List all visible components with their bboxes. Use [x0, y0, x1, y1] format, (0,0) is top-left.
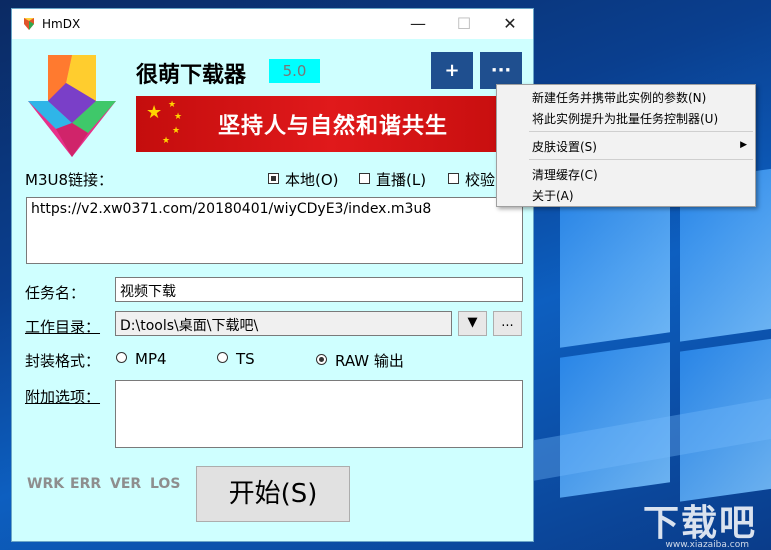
verify-checkbox[interactable]: 校验 — [448, 169, 495, 190]
m3u8-label: M3U8链接： — [25, 171, 114, 189]
task-name-input[interactable]: 视频下载 — [115, 277, 523, 302]
maximize-button[interactable]: ☐ — [441, 9, 487, 39]
context-menu: 新建任务并携带此实例的参数(N) 将此实例提升为批量任务控制器(U) 皮肤设置(… — [496, 84, 756, 207]
local-checkbox[interactable]: 本地(O) — [268, 169, 339, 190]
task-name-label: 任务名： — [25, 284, 86, 302]
star-icon: ★ — [162, 136, 171, 146]
status-err: ERR — [70, 476, 102, 492]
format-mp4-radio[interactable]: MP4 — [116, 350, 167, 368]
extra-options-textarea[interactable] — [115, 380, 523, 448]
checkbox-icon — [268, 173, 279, 184]
windows-logo-pane — [560, 182, 670, 348]
star-icon: ★ — [172, 126, 181, 136]
radio-icon — [116, 352, 127, 363]
banner-slogan: 坚持人与自然和谐共生 — [218, 114, 449, 139]
work-dir-dropdown-button[interactable]: ▼ — [458, 311, 487, 336]
format-raw-radio[interactable]: RAW 输出 — [316, 350, 404, 371]
app-icon — [24, 18, 34, 30]
work-dir-label[interactable]: 工作目录： — [25, 316, 100, 337]
close-button[interactable]: ✕ — [487, 9, 533, 39]
star-icon: ★ — [174, 112, 183, 122]
verify-checkbox-label: 校验 — [465, 171, 496, 189]
banner-image: ★ ★ ★ ★ ★ 坚持人与自然和谐共生 — [136, 96, 526, 152]
radio-icon — [316, 354, 327, 365]
menu-item-clear-cache[interactable]: 清理缓存(C) — [532, 166, 598, 183]
version-badge: 5.0 — [269, 59, 320, 83]
m3u8-url-textarea[interactable]: https://v2.xw0371.com/20180401/wiyCDyE3/… — [26, 197, 523, 264]
menu-item-new-task[interactable]: 新建任务并携带此实例的参数(N) — [532, 89, 706, 106]
status-los: LOS — [150, 476, 181, 492]
live-checkbox[interactable]: 直播(L) — [359, 169, 426, 190]
status-ver: VER — [110, 476, 142, 492]
checkbox-icon — [359, 173, 370, 184]
menu-separator — [529, 131, 753, 132]
work-dir-input[interactable]: D:\tools\桌面\下载吧\ — [115, 311, 452, 336]
minimize-button[interactable]: — — [395, 9, 441, 39]
app-window: HmDX — ☐ ✕ 很萌下载器 5.0 + ··· ★ ★ ★ ★ ★ 坚持人… — [11, 8, 534, 542]
submenu-arrow-icon: ▶ — [740, 140, 747, 150]
format-ts-radio[interactable]: TS — [217, 350, 255, 368]
menu-separator — [529, 159, 753, 160]
extra-options-label[interactable]: 附加选项： — [25, 386, 100, 407]
title-bar[interactable]: HmDX — ☐ ✕ — [12, 9, 533, 39]
local-checkbox-label: 本地(O) — [285, 171, 339, 189]
browse-button[interactable]: ... — [493, 311, 522, 336]
window-title: HmDX — [42, 17, 81, 31]
watermark-url: www.xiazaiba.com — [665, 540, 749, 550]
live-checkbox-label: 直播(L) — [376, 171, 427, 189]
start-button[interactable]: 开始(S) — [196, 466, 350, 522]
menu-item-about[interactable]: 关于(A) — [532, 187, 574, 204]
checkbox-icon — [448, 173, 459, 184]
app-name: 很萌下载器 — [136, 63, 247, 88]
format-raw-label: RAW 输出 — [335, 352, 404, 370]
star-icon: ★ — [146, 102, 163, 123]
star-icon: ★ — [168, 100, 177, 110]
menu-item-promote-batch[interactable]: 将此实例提升为批量任务控制器(U) — [532, 110, 718, 127]
format-label: 封装格式： — [25, 352, 101, 370]
status-wrk: WRK — [27, 476, 65, 492]
add-task-button[interactable]: + — [431, 52, 473, 89]
menu-item-skin-settings[interactable]: 皮肤设置(S) — [532, 138, 597, 155]
logo-arrow-icon — [28, 55, 116, 157]
format-ts-label: TS — [236, 350, 255, 368]
format-mp4-label: MP4 — [135, 350, 167, 368]
watermark-logo: 下载吧 — [642, 503, 757, 544]
radio-icon — [217, 352, 228, 363]
